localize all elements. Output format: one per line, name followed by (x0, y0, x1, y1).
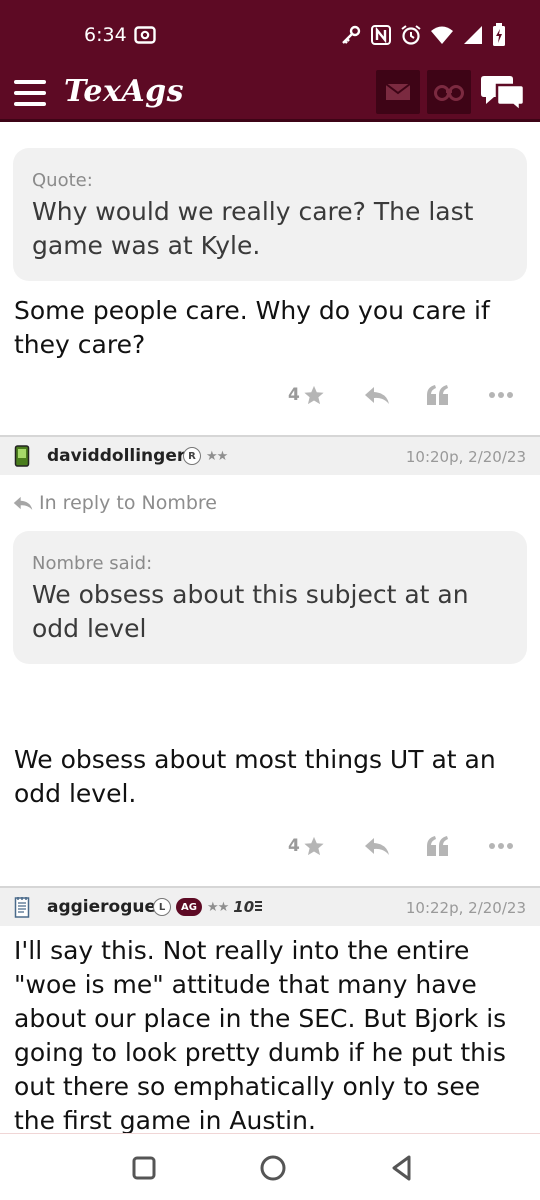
rating-button[interactable]: 4 (288, 828, 325, 864)
post-body: Some people care. Why do you care if the… (14, 296, 490, 359)
in-reply-to-text: In reply to Nombre (39, 492, 217, 514)
status-time: 6:34 (84, 24, 127, 46)
more-options-button[interactable] (488, 828, 514, 864)
post: Quote: Why would we really care? The las… (0, 125, 540, 435)
notepad-icon (14, 897, 30, 918)
reply-button[interactable] (364, 828, 390, 864)
quote-marks-icon (427, 385, 448, 405)
mail-icon (385, 83, 411, 100)
rating-count: 4 (288, 385, 300, 405)
more-dots-icon (489, 392, 513, 398)
post-timestamp: 10:20p, 2/20/23 (405, 448, 526, 466)
rating-button[interactable]: 4 (288, 377, 325, 413)
star-icon (304, 385, 324, 405)
back-triangle-icon[interactable] (386, 1152, 418, 1184)
quote-label: Nombre said: (32, 553, 153, 574)
status-bar: 6:34 (0, 0, 540, 68)
phone-icon (14, 445, 30, 467)
battery-charging-icon (493, 23, 505, 46)
page: 6:34 TexAgs Quote: Why would we really c… (0, 0, 540, 1200)
signal-icon (464, 26, 482, 44)
more-dots-icon (489, 843, 513, 849)
user-badges: R ★★ (183, 447, 228, 465)
post-actions: 4 (0, 377, 540, 435)
screen-record-icon (134, 26, 156, 44)
user-badges: L AG ★★ 10 (153, 898, 263, 916)
star-icon (304, 836, 324, 856)
nfc-icon (371, 25, 391, 45)
recents-square-icon[interactable] (128, 1152, 160, 1184)
alarm-icon (401, 25, 421, 45)
badge-10-text: 10 (233, 898, 255, 916)
username[interactable]: daviddollinger (47, 446, 185, 466)
user-stars: ★★ (206, 448, 228, 464)
post: daviddollinger R ★★ 10:20p, 2/20/23 In r… (0, 435, 540, 886)
quote-text: We obsess about this subject at an odd l… (32, 580, 469, 643)
watch-button[interactable] (427, 70, 471, 114)
badge-l: L (153, 898, 171, 916)
more-options-button[interactable] (488, 377, 514, 413)
home-circle-icon[interactable] (257, 1152, 289, 1184)
reply-button[interactable] (364, 377, 390, 413)
badge-ag: AG (176, 898, 202, 916)
quote-label: Quote: (32, 170, 93, 191)
reply-arrow-icon (13, 496, 33, 510)
quote-button[interactable] (426, 828, 450, 864)
post-header: aggierogue L AG ★★ 10 10:22p, 2/20/23 (0, 886, 540, 926)
quote-button[interactable] (426, 377, 450, 413)
post-header: daviddollinger R ★★ 10:20p, 2/20/23 (0, 435, 540, 475)
texags-logo[interactable]: TexAgs (64, 74, 184, 109)
reply-arrow-icon (365, 838, 389, 855)
system-nav-bar (0, 1133, 540, 1200)
app-header: TexAgs (0, 68, 540, 122)
post-actions: 4 (0, 828, 540, 886)
post-timestamp: 10:22p, 2/20/23 (405, 899, 526, 917)
mail-button[interactable] (376, 70, 420, 114)
reply-arrow-icon (365, 387, 389, 404)
quote-block: Quote: Why would we really care? The las… (13, 148, 527, 281)
thread-content: Quote: Why would we really care? The las… (0, 125, 540, 1200)
user-stars: ★★ (206, 899, 229, 915)
chat-bubbles-icon[interactable] (480, 72, 526, 112)
status-icons (340, 22, 506, 48)
post-body: I'll say this. Not really into the entir… (14, 936, 507, 1135)
badge-10: 10 (233, 898, 263, 916)
username[interactable]: aggierogue (47, 897, 156, 917)
quote-marks-icon (427, 836, 448, 856)
binoculars-icon (434, 85, 464, 101)
badge-r: R (183, 447, 201, 465)
in-reply-to-link[interactable]: In reply to Nombre (13, 489, 527, 517)
hamburger-menu-icon[interactable] (14, 80, 46, 106)
equals-lines-icon (255, 901, 263, 911)
key-icon (342, 25, 361, 44)
wifi-icon (431, 26, 453, 44)
rating-count: 4 (288, 836, 300, 856)
post-body: We obsess about most things UT at an odd… (14, 745, 496, 808)
quote-block: Nombre said: We obsess about this subjec… (13, 531, 527, 664)
quote-text: Why would we really care? The last game … (32, 197, 474, 260)
